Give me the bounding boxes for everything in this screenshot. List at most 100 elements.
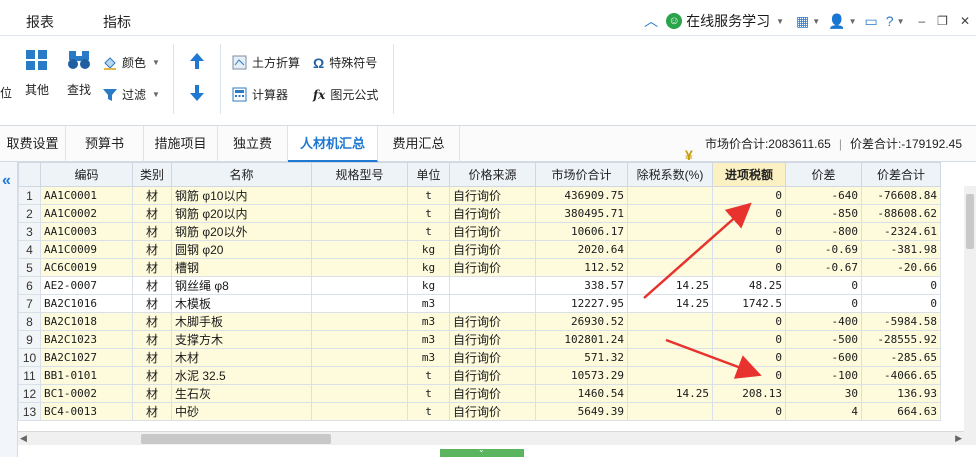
cell-code[interactable]: BA2C1016	[40, 294, 133, 313]
cell-price-diff-total[interactable]: -28555.92	[861, 330, 941, 349]
cell-tax-coefficient[interactable]	[627, 186, 713, 205]
cell-code[interactable]: BA2C1018	[40, 312, 133, 331]
cell-type[interactable]: 材	[132, 204, 172, 223]
cell-price-source[interactable]: 自行询价	[449, 330, 536, 349]
cell-tax-coefficient[interactable]	[627, 258, 713, 277]
cell-price-diff[interactable]: -850	[785, 204, 862, 223]
cell-spec[interactable]	[311, 330, 408, 349]
cell-price-diff-total[interactable]: -20.66	[861, 258, 941, 277]
vertical-scrollbar[interactable]	[964, 186, 976, 445]
cell-input-tax[interactable]: 1742.5	[712, 294, 786, 313]
cell-price-diff[interactable]: -640	[785, 186, 862, 205]
cell-code[interactable]: AA1C0003	[40, 222, 133, 241]
cell-market-total[interactable]: 102801.24	[535, 330, 628, 349]
header-price-diff-total[interactable]: 价差合计	[861, 162, 941, 187]
cell-price-source[interactable]: 自行询价	[449, 384, 536, 403]
other-button[interactable]: 其他	[22, 48, 52, 98]
cell-code[interactable]: BC4-0013	[40, 402, 133, 421]
cell-price-source[interactable]: 自行询价	[449, 366, 536, 385]
cell-price-diff[interactable]: -800	[785, 222, 862, 241]
cell-price-diff-total[interactable]: -2324.61	[861, 222, 941, 241]
cell-price-diff-total[interactable]: 664.63	[861, 402, 941, 421]
cell-name[interactable]: 木材	[171, 348, 312, 367]
cell-code[interactable]: BA2C1027	[40, 348, 133, 367]
cell-name[interactable]: 钢筋 φ20以外	[171, 222, 312, 241]
scroll-right-icon[interactable]: ▶	[955, 433, 962, 444]
cell-unit[interactable]: t	[407, 384, 450, 403]
cell-price-diff[interactable]: 4	[785, 402, 862, 421]
cell-type[interactable]: 材	[132, 330, 172, 349]
online-service-button[interactable]: ☺ 在线服务学习 ▼	[666, 11, 784, 31]
cell-spec[interactable]	[311, 276, 408, 295]
cell-price-source[interactable]	[449, 294, 536, 313]
cell-tax-coefficient[interactable]	[627, 312, 713, 331]
header-type[interactable]: 类别	[132, 162, 172, 187]
table-row[interactable]: 12 BC1-0002 材生石灰 t 自行询价 1460.54 14.25 208.13 30 1…	[18, 384, 941, 403]
chevron-up-icon[interactable]: ︿	[644, 11, 658, 31]
cell-spec[interactable]	[311, 312, 408, 331]
element-formula-button[interactable]: fx 图元公式	[313, 86, 378, 103]
ribbon-truncated-item[interactable]: 位	[0, 84, 12, 101]
cell-name[interactable]: 木模板	[171, 294, 312, 313]
header-spec[interactable]: 规格型号	[311, 162, 408, 187]
cell-price-diff[interactable]: -0.69	[785, 240, 862, 259]
cell-price-diff-total[interactable]: -285.65	[861, 348, 941, 367]
bottom-panel-toggle[interactable]: ⌄	[440, 445, 524, 457]
table-row[interactable]: 13 BC4-0013 材中砂 t 自行询价 5649.39 0 4 664.63	[18, 402, 941, 421]
cell-tax-coefficient[interactable]: 14.25	[627, 276, 713, 295]
tab-labor-material-summary[interactable]: 人材机汇总	[288, 126, 378, 162]
cell-name[interactable]: 槽钢	[171, 258, 312, 277]
cell-spec[interactable]	[311, 384, 408, 403]
cell-tax-coefficient[interactable]	[627, 240, 713, 259]
cell-price-diff-total[interactable]: -76608.84	[861, 186, 941, 205]
cell-price-source[interactable]: 自行询价	[449, 258, 536, 277]
cell-spec[interactable]	[311, 186, 408, 205]
cell-market-total[interactable]: 571.32	[535, 348, 628, 367]
cell-type[interactable]: 材	[132, 222, 172, 241]
cell-type[interactable]: 材	[132, 294, 172, 313]
special-symbol-button[interactable]: Ω 特殊符号	[313, 54, 377, 71]
cell-market-total[interactable]: 10606.17	[535, 222, 628, 241]
filter-button[interactable]: 过滤 ▼	[102, 86, 160, 103]
cell-input-tax[interactable]: 0	[712, 330, 786, 349]
menu-index[interactable]: 指标	[103, 12, 131, 32]
cell-spec[interactable]	[311, 222, 408, 241]
cell-input-tax[interactable]: 0	[712, 366, 786, 385]
cell-input-tax[interactable]: 48.25	[712, 276, 786, 295]
cell-type[interactable]: 材	[132, 402, 172, 421]
cell-spec[interactable]	[311, 240, 408, 259]
move-down-button[interactable]	[188, 84, 206, 102]
cell-market-total[interactable]: 5649.39	[535, 402, 628, 421]
cell-name[interactable]: 钢筋 φ20以内	[171, 204, 312, 223]
move-up-button[interactable]	[188, 52, 206, 70]
cell-spec[interactable]	[311, 366, 408, 385]
cell-price-diff[interactable]: -400	[785, 312, 862, 331]
cell-market-total[interactable]: 2020.64	[535, 240, 628, 259]
cell-tax-coefficient[interactable]	[627, 204, 713, 223]
cell-code[interactable]: BA2C1023	[40, 330, 133, 349]
cell-spec[interactable]	[311, 402, 408, 421]
cell-market-total[interactable]: 1460.54	[535, 384, 628, 403]
vertical-scroll-thumb[interactable]	[966, 194, 974, 249]
cell-name[interactable]: 钢筋 φ10以内	[171, 186, 312, 205]
cell-input-tax[interactable]: 208.13	[712, 384, 786, 403]
cell-code[interactable]: AC6C0019	[40, 258, 133, 277]
cell-name[interactable]: 圆钢 φ20	[171, 240, 312, 259]
cell-price-diff[interactable]: 0	[785, 294, 862, 313]
cell-input-tax[interactable]: 0	[712, 240, 786, 259]
cell-unit[interactable]: m3	[407, 330, 450, 349]
header-market-total[interactable]: 市场价合计	[535, 162, 628, 187]
cell-input-tax[interactable]: 0	[712, 402, 786, 421]
tab-independent-fee[interactable]: 独立费	[218, 126, 288, 162]
cell-input-tax[interactable]: 0	[712, 222, 786, 241]
restore-icon[interactable]: ❐	[937, 14, 948, 28]
cell-price-diff[interactable]: -500	[785, 330, 862, 349]
cell-price-diff-total[interactable]: -88608.62	[861, 204, 941, 223]
minimize-icon[interactable]: –	[918, 14, 925, 28]
side-panel-toggle[interactable]: «	[0, 162, 18, 457]
cell-type[interactable]: 材	[132, 384, 172, 403]
cell-price-diff-total[interactable]: -5984.58	[861, 312, 941, 331]
cell-unit[interactable]: t	[407, 402, 450, 421]
cell-tax-coefficient[interactable]: 14.25	[627, 384, 713, 403]
cell-price-source[interactable]	[449, 276, 536, 295]
